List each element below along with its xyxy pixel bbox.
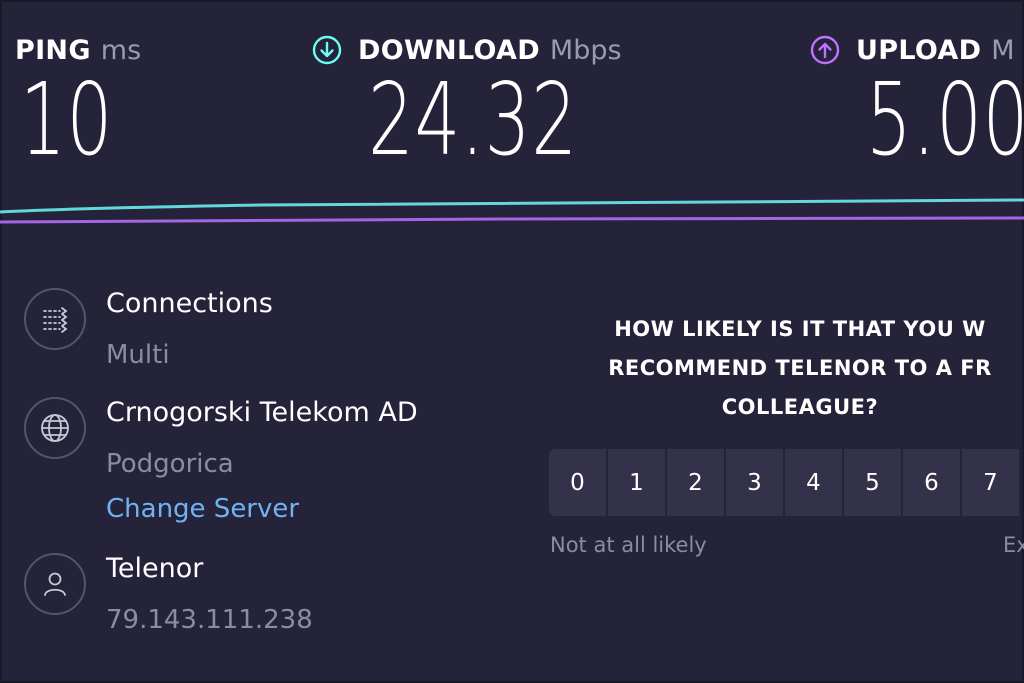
rating-option-6[interactable]: 6 xyxy=(903,449,960,516)
download-arrow-icon xyxy=(312,35,342,65)
download-metric: DOWNLOAD Mbps 24.32 xyxy=(312,32,622,172)
download-graph-line xyxy=(0,198,1024,214)
scale-low-label: Not at all likely xyxy=(550,533,707,557)
rating-option-1[interactable]: 1 xyxy=(608,449,665,516)
rating-option-7[interactable]: 7 xyxy=(962,449,1019,516)
upload-graph-line xyxy=(0,216,1024,224)
connections-title: Connections xyxy=(106,288,273,319)
rating-option-3[interactable]: 3 xyxy=(726,449,783,516)
rating-scale: 0 1 2 3 4 5 6 7 xyxy=(549,449,1019,516)
survey-question-line: COLLEAGUE? xyxy=(721,395,879,419)
user-icon xyxy=(24,553,86,615)
upload-arrow-icon xyxy=(810,35,840,65)
server-name: Crnogorski Telekom AD xyxy=(106,397,418,428)
download-value: 24.32 xyxy=(368,61,578,178)
rating-option-0[interactable]: 0 xyxy=(549,449,606,516)
survey-question-line: RECOMMEND TELENOR TO A FR xyxy=(608,356,992,380)
upload-metric: UPLOAD M 5.00 xyxy=(810,32,1024,172)
change-server-link[interactable]: Change Server xyxy=(106,494,299,524)
speed-graph xyxy=(0,198,1024,224)
isp-name: Telenor xyxy=(106,553,204,584)
scale-high-label: Ex xyxy=(1003,533,1024,557)
server-location: Podgorica xyxy=(106,449,234,479)
upload-value: 5.00 xyxy=(866,61,1024,178)
globe-icon xyxy=(24,397,86,459)
results-panel: PING ms 10 DOWNLOAD Mbps 24.32 UPLOAD M … xyxy=(0,0,1024,683)
connections-icon xyxy=(24,288,86,350)
ping-metric: PING ms 10 xyxy=(15,32,141,172)
ip-address: 79.143.111.238 xyxy=(106,605,313,635)
rating-option-2[interactable]: 2 xyxy=(667,449,724,516)
survey-question: HOW LIKELY IS IT THAT YOU W RECOMMEND TE… xyxy=(560,310,1024,427)
connections-mode: Multi xyxy=(106,340,170,370)
rating-option-4[interactable]: 4 xyxy=(785,449,842,516)
rating-option-5[interactable]: 5 xyxy=(844,449,901,516)
ping-value: 10 xyxy=(20,61,114,178)
survey-question-line: HOW LIKELY IS IT THAT YOU W xyxy=(614,317,986,341)
